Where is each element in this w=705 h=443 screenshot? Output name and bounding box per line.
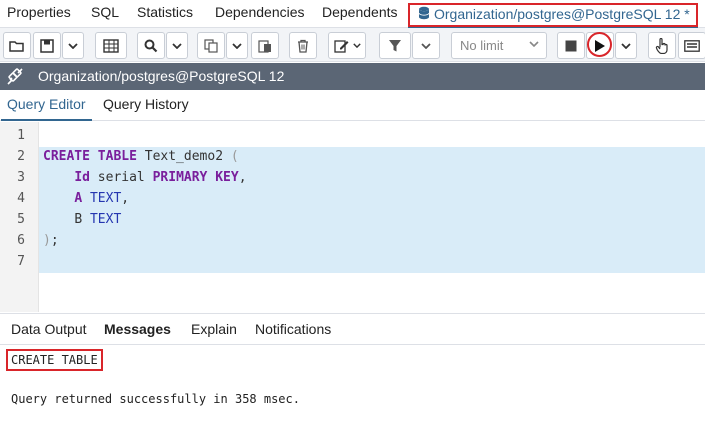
tab-query-tool[interactable]: Organization/postgres@PostgreSQL 12 * xyxy=(408,3,698,29)
code-line: 4 A TEXT, xyxy=(0,188,705,209)
line-number: 2 xyxy=(17,149,25,164)
tab-query-tool-label: Organization/postgres@PostgreSQL 12 * xyxy=(434,6,690,22)
save-icon xyxy=(40,38,54,53)
comma: , xyxy=(238,170,247,185)
pencil-square-icon xyxy=(333,39,348,53)
line-number: 6 xyxy=(17,233,25,248)
connected-link-icon[interactable] xyxy=(6,68,24,88)
save-dropdown-button[interactable] xyxy=(62,32,84,59)
folder-icon xyxy=(9,40,24,52)
row-limit-value: No limit xyxy=(460,38,504,53)
results-tab-strip: Data Output Messages Explain Notificatio… xyxy=(0,314,705,345)
execute-dropdown-button[interactable] xyxy=(615,32,637,59)
tab-statistics[interactable]: Statistics xyxy=(137,4,193,20)
paste-icon xyxy=(258,39,271,53)
code-line: 2 CREATE TABLE Text_demo2 ( xyxy=(0,146,705,167)
column-type: serial xyxy=(89,170,153,185)
column-type: TEXT xyxy=(82,191,122,206)
sql-keyword: CREATE TABLE xyxy=(43,149,137,164)
find-button[interactable] xyxy=(137,32,165,59)
editor-tab-strip: Query Editor Query History xyxy=(0,90,705,121)
semicolon: ; xyxy=(50,233,59,248)
chevron-down-icon xyxy=(529,41,539,47)
open-file-button[interactable] xyxy=(3,32,31,59)
column-type: TEXT xyxy=(82,212,122,227)
tab-sql[interactable]: SQL xyxy=(91,4,119,20)
edit-grid-button[interactable] xyxy=(95,32,127,59)
code-line: 1 xyxy=(0,125,705,146)
column-name: A xyxy=(74,191,83,206)
line-number: 7 xyxy=(17,254,25,269)
message-title: CREATE TABLE xyxy=(6,349,103,371)
tab-data-output[interactable]: Data Output xyxy=(11,321,87,337)
stop-icon xyxy=(565,40,577,51)
tab-properties[interactable]: Properties xyxy=(7,4,71,20)
tab-dependents[interactable]: Dependents xyxy=(322,4,398,20)
trash-icon xyxy=(298,39,308,53)
chevron-down-icon xyxy=(621,42,631,49)
filter-dropdown-button[interactable] xyxy=(412,32,440,59)
tab-query-history[interactable]: Query History xyxy=(103,96,189,112)
copy-dropdown-button[interactable] xyxy=(226,32,248,59)
chevron-down-icon xyxy=(68,42,78,49)
open-paren: ( xyxy=(230,149,239,164)
filter-button[interactable] xyxy=(379,32,411,59)
macros-button[interactable] xyxy=(648,32,676,59)
line-number: 5 xyxy=(17,212,25,227)
chevron-down-icon xyxy=(172,42,182,49)
connection-label: Organization/postgres@PostgreSQL 12 xyxy=(38,68,285,84)
row-limit-select[interactable]: No limit xyxy=(451,32,547,59)
copy-icon xyxy=(204,38,218,53)
message-text: Query returned successfully in 358 msec. xyxy=(11,392,300,406)
search-icon xyxy=(144,39,158,52)
database-icon xyxy=(418,6,430,25)
copy-button[interactable] xyxy=(197,32,225,59)
code-line: 5 B TEXT xyxy=(0,209,705,230)
grid-edit-icon xyxy=(103,38,119,53)
execute-highlight-circle xyxy=(587,32,612,57)
tab-notifications[interactable]: Notifications xyxy=(255,321,331,337)
chevron-down-icon xyxy=(232,42,242,49)
chevron-down-icon xyxy=(421,42,431,49)
stop-button[interactable] xyxy=(557,32,585,59)
panel-tab-strip: Properties SQL Statistics Dependencies D… xyxy=(0,0,705,29)
sql-keyword: PRIMARY KEY xyxy=(152,170,239,185)
tab-query-editor[interactable]: Query Editor xyxy=(1,96,92,121)
tab-messages[interactable]: Messages xyxy=(104,321,171,337)
save-file-button[interactable] xyxy=(33,32,61,59)
connection-bar: Organization/postgres@PostgreSQL 12 xyxy=(0,63,705,90)
comma: , xyxy=(121,191,130,206)
line-number: 1 xyxy=(17,128,25,143)
code-line: 3 Id serial PRIMARY KEY, xyxy=(0,167,705,188)
edit-dropdown-button[interactable] xyxy=(328,32,366,59)
more-menu-button[interactable] xyxy=(678,32,705,59)
chevron-down-icon xyxy=(352,43,361,48)
tab-explain[interactable]: Explain xyxy=(191,321,237,337)
tab-dependencies[interactable]: Dependencies xyxy=(215,4,305,20)
line-number: 4 xyxy=(17,191,25,206)
sql-editor[interactable]: 1 2 CREATE TABLE Text_demo2 ( 3 Id seria… xyxy=(0,122,705,312)
table-name: Text_demo2 xyxy=(136,149,231,164)
code-line: 6 ); xyxy=(0,230,705,251)
code-line: 7 xyxy=(0,251,705,272)
column-name: Id xyxy=(74,170,90,185)
keyboard-icon xyxy=(684,39,700,52)
hand-pointer-icon xyxy=(655,37,668,54)
delete-button[interactable] xyxy=(289,32,317,59)
results-panel: Data Output Messages Explain Notificatio… xyxy=(0,313,705,443)
filter-icon xyxy=(389,39,401,51)
find-dropdown-button[interactable] xyxy=(166,32,188,59)
column-name: B xyxy=(74,212,83,227)
close-paren: ) xyxy=(43,233,51,248)
line-number: 3 xyxy=(17,170,25,185)
paste-button[interactable] xyxy=(251,32,279,59)
